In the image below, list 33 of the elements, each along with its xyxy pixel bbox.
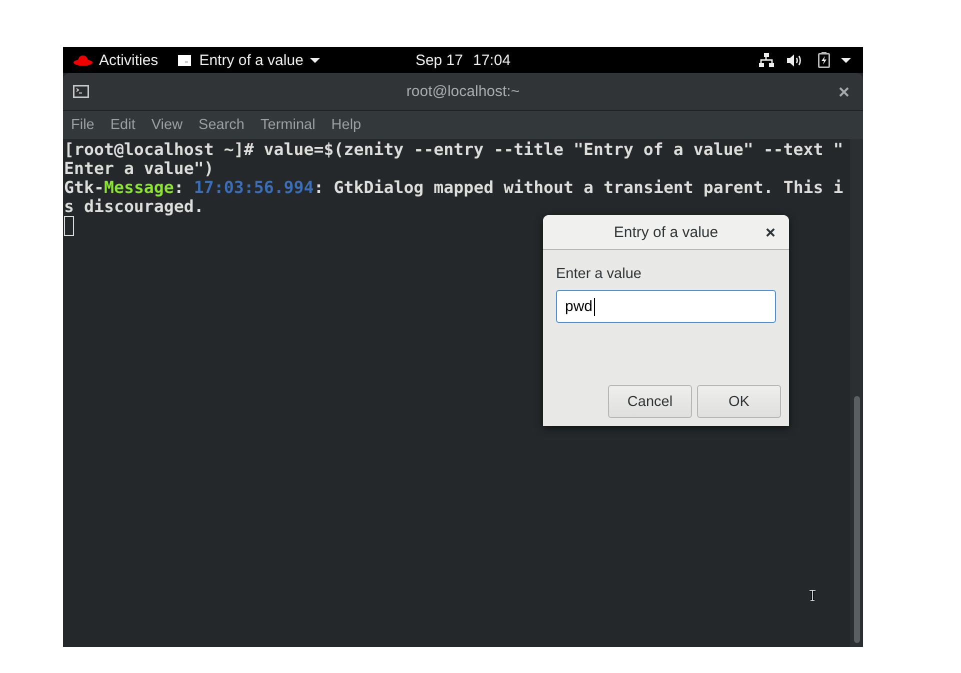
menu-item[interactable]: File [63,117,102,133]
caret-icon [310,58,320,62]
ibeam-cursor-icon [809,590,816,601]
dialog-button[interactable]: Cancel [608,385,692,418]
network-icon [759,53,774,67]
hat-icon [73,54,93,66]
caret-icon [841,58,851,62]
menu-item[interactable]: Help [323,117,370,133]
terminal-line: s discouraged. [64,197,204,216]
terminal-line: [root@localhost ~]# value=$(zenity --entry --title "Entry of a value" --text " [64,140,844,159]
app-icon [178,54,192,66]
battery-icon [818,52,830,68]
dialog-title: Entry of a value [614,224,718,240]
terminal-line: Gtk-Message: 17:03:56.994: GtkDialog mapped without a transient parent. This i [64,178,844,197]
prompt-label: Enter a value [556,266,642,282]
clock-button[interactable]: Sep 17 17:04 [415,48,511,72]
menu-item[interactable]: Search [190,117,252,133]
dialog-button[interactable]: OK [697,385,781,418]
close-icon[interactable] [839,86,849,96]
text-field[interactable]: pwd [556,290,776,323]
terminal-cursor [64,216,74,236]
terminal-line: Enter a value") [64,159,214,178]
text-caret-icon [594,298,595,316]
app-menu-button[interactable]: Entry of a value [178,48,320,72]
volume-icon [787,54,803,66]
activities-button[interactable]: Activities [63,48,158,72]
menu-item[interactable]: View [143,117,191,133]
menu-item[interactable]: Terminal [252,117,324,133]
window-title: root@localhost:~ [406,83,520,100]
close-icon[interactable] [766,228,775,236]
scrollbar-thumb[interactable] [854,396,860,643]
menu-item[interactable]: Edit [102,117,144,133]
terminal-icon [73,85,89,98]
